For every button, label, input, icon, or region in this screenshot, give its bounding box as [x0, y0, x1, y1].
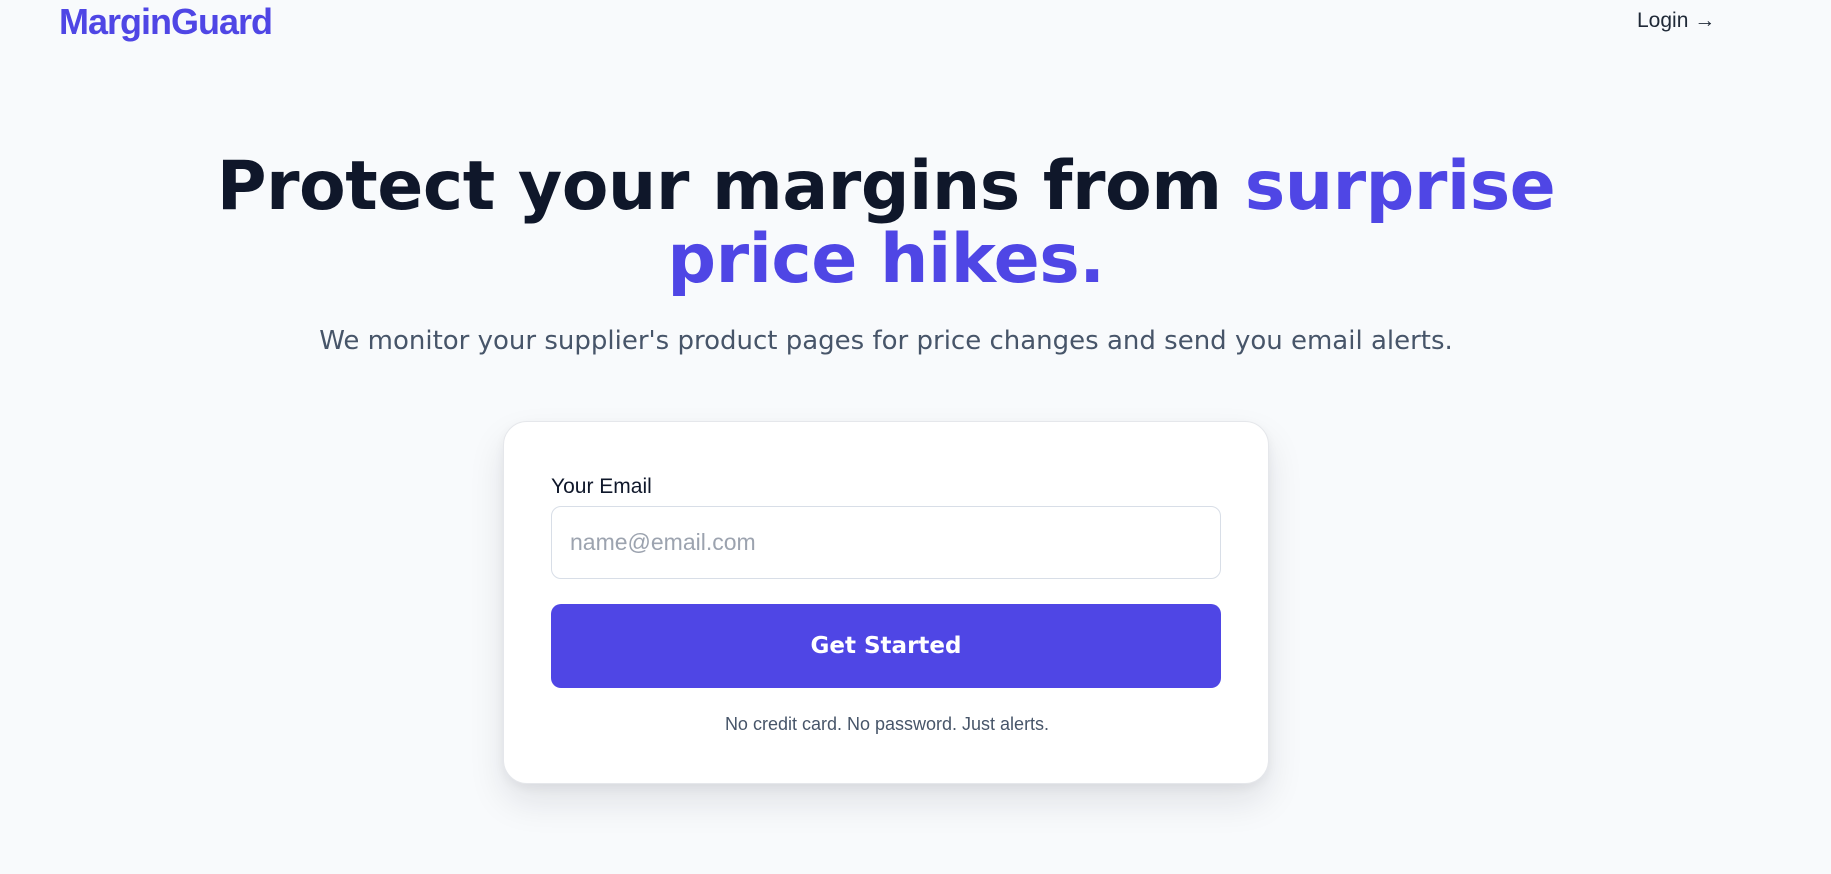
hero-title: Protect your margins from surprise price … [0, 150, 1772, 296]
hero-title-accent-1: surprise [1244, 147, 1556, 226]
get-started-button[interactable]: Get Started [551, 604, 1221, 688]
email-label: Your Email [551, 475, 652, 498]
hero-title-main: Protect your margins from [216, 147, 1245, 226]
logo[interactable]: MarginGuard [59, 2, 273, 42]
signup-card: Your Email Get Started No credit card. N… [503, 421, 1269, 784]
site-header: MarginGuard Login → [0, 0, 1831, 46]
hero-subtitle: We monitor your supplier's product pages… [319, 326, 1453, 356]
login-link[interactable]: Login → [1637, 8, 1715, 34]
fine-print: No credit card. No password. Just alerts… [724, 714, 1050, 734]
email-input[interactable] [551, 506, 1221, 579]
hero-title-accent-2: price hikes. [667, 220, 1105, 299]
